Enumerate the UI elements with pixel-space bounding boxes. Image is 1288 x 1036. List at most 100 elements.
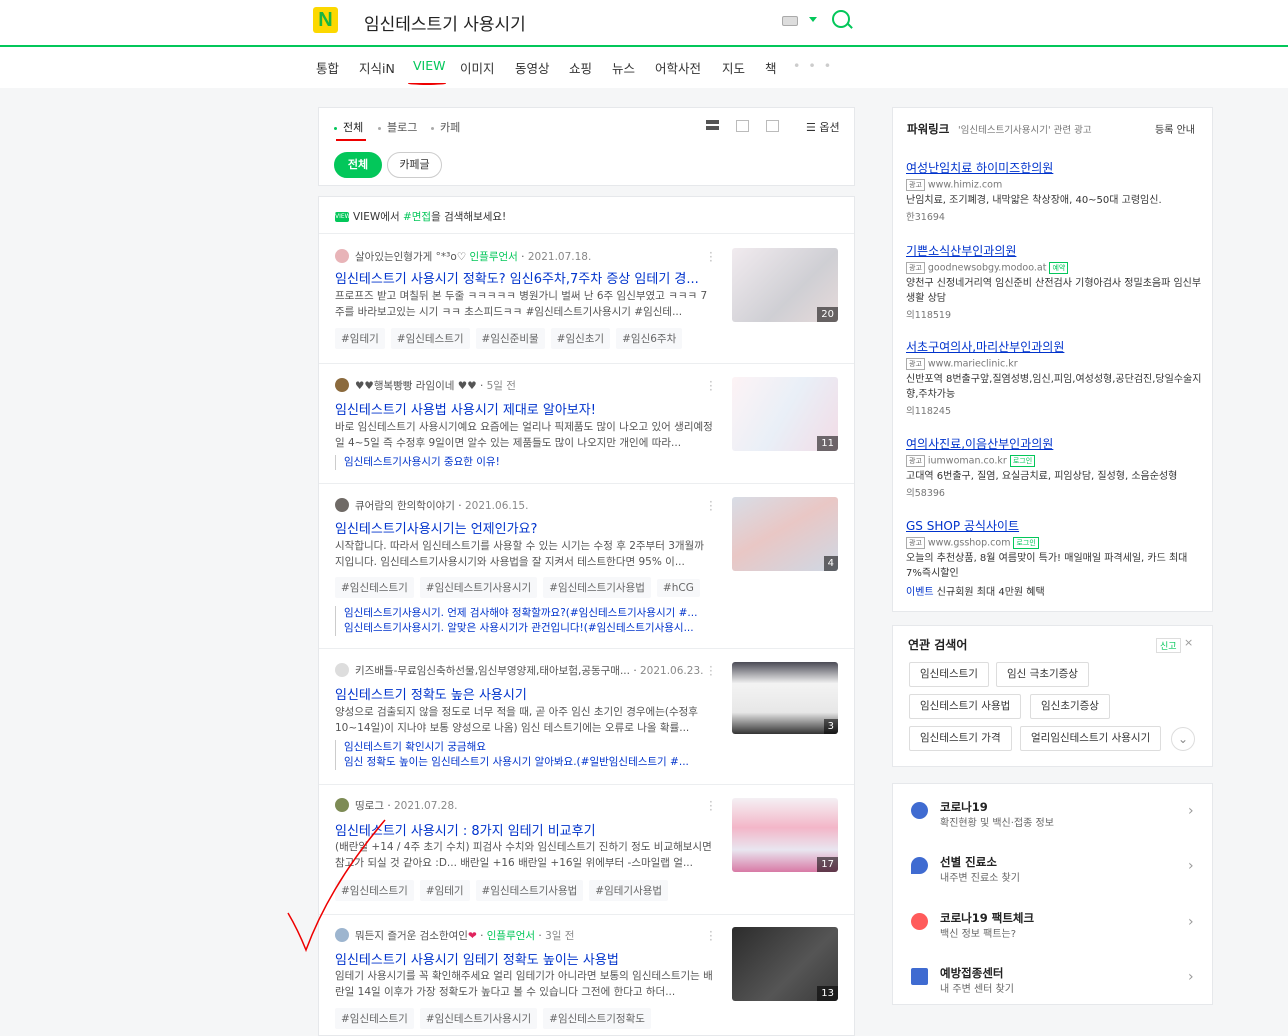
more-tabs-icon[interactable]: • • • [793, 58, 833, 73]
tag[interactable]: #임신테스트기사용법 [543, 577, 651, 598]
covid-link[interactable]: 코로나19 확진현황 및 백신·접종 정보 › [908, 795, 1204, 835]
tab-image[interactable]: 이미지 [460, 58, 495, 77]
tag[interactable]: #임신테스트기사용시기 [419, 577, 538, 598]
ad-title[interactable]: 여성난임치료 하이미즈한의원 [906, 159, 1202, 176]
result-desc[interactable]: 프로프즈 받고 며칠뒤 본 두줄 ㅋㅋㅋㅋㅋ 병원가니 벌써 난 6주 임신부였… [335, 288, 713, 320]
related-keyword[interactable]: 임신초기증상 [1030, 694, 1110, 719]
related-keyword[interactable]: 임신테스트기 가격 [909, 726, 1012, 751]
sub-link[interactable]: 임신테스트기사용시기. 알맞은 사용시기가 관건입니다!(#임신테스트기사용시.… [335, 621, 715, 636]
keyboard-icon[interactable] [782, 16, 798, 26]
sub-link[interactable]: 임신테스트기사용시기 중요한 이유! [335, 455, 715, 470]
ad-event[interactable]: 이벤트 신규회원 최대 4만원 혜택 [906, 583, 1202, 598]
result-title[interactable]: 임신테스트기 정확도 높은 사용시기 [335, 684, 715, 703]
more-icon[interactable]: · · · [709, 796, 713, 816]
result-title[interactable]: 임신테스트기 사용시기 정확도? 임신6주차,7주차 증상 임테기 경... [335, 268, 715, 287]
ad-url-line[interactable]: 광고 iumwoman.co.kr 로그인 [906, 455, 1202, 467]
tag[interactable]: #임신테스트기사용시기 [419, 1008, 538, 1029]
tag[interactable]: #임신준비물 [475, 328, 545, 349]
result-thumbnail[interactable]: 17 [732, 798, 838, 872]
covid-link[interactable]: 예방접종센터 내 주변 센터 찾기 › [908, 961, 1204, 1001]
chip-cafe[interactable]: 카페글 [387, 152, 442, 178]
tab-shopping[interactable]: 쇼핑 [569, 58, 592, 77]
filter-all[interactable]: 전체 [334, 119, 363, 135]
more-icon[interactable]: · · · [709, 926, 713, 946]
result-thumbnail[interactable]: 20 [732, 248, 838, 322]
result-thumbnail[interactable]: 13 [732, 927, 838, 1001]
ad-title[interactable]: GS SHOP 공식사이트 [906, 517, 1202, 534]
ad-title[interactable]: 서초구여의사,마리산부인과의원 [906, 338, 1202, 355]
result-thumbnail[interactable]: 3 [732, 662, 838, 734]
tag[interactable]: #임신테스트기 [390, 328, 470, 349]
report-button[interactable]: 신고 [1156, 638, 1181, 653]
result-thumbnail[interactable]: 4 [732, 497, 838, 571]
tab-dictionary[interactable]: 어학사전 [655, 58, 701, 77]
ad-title[interactable]: 여의사진료,이음산부인과의원 [906, 435, 1202, 452]
sub-link[interactable]: 임신테스트기 확인시기 궁금해요 [335, 740, 715, 755]
tag[interactable]: #임신테스트기사용법 [475, 880, 584, 901]
sub-link[interactable]: 임신 정확도 높이는 임신테스트기 사용시기 알아봐요.(#일반임신테스트기 #… [335, 755, 715, 770]
tag[interactable]: #임신테스트기정확도 [543, 1008, 651, 1029]
close-icon[interactable]: × [1184, 636, 1193, 649]
result-title[interactable]: 임신테스트기 사용시기 : 8가지 임테기 비교후기 [335, 820, 715, 839]
tab-kin[interactable]: 지식iN [359, 58, 395, 77]
search-query[interactable]: 임신테스트기 사용시기 [364, 10, 526, 35]
ad-register-link[interactable]: 등록 안내 [1155, 121, 1195, 136]
result-desc[interactable]: 양성으로 검출되지 않을 정도로 너무 적을 때, 곧 아주 임신 초기인 경우… [335, 704, 713, 736]
tab-book[interactable]: 책 [765, 58, 777, 77]
more-icon[interactable]: · · · [709, 661, 713, 681]
video-view-icon[interactable] [766, 120, 779, 132]
result-title[interactable]: 임신테스트기 사용시기 임테기 정확도 높이는 사용법 [335, 949, 715, 968]
related-keyword[interactable]: 임신테스트기 [909, 662, 989, 687]
sub-link[interactable]: 임신테스트기사용시기. 언제 검사해야 정확할까요?(#임신테스트기사용시기 #… [335, 606, 715, 621]
result-title[interactable]: 임신테스트기 사용법 사용시기 제대로 알아보자! [335, 399, 715, 418]
tag[interactable]: #임신6주차 [616, 328, 683, 349]
related-keyword[interactable]: 임신 극초기증상 [996, 662, 1089, 687]
tag[interactable]: #임테기 [419, 880, 470, 901]
search-icon[interactable] [832, 10, 850, 28]
avatar[interactable] [335, 663, 349, 677]
result-desc[interactable]: (배란일 +14 / 4주 초기 수치) 피검사 수치와 임신테스트기 진하기 … [335, 839, 713, 871]
result-desc[interactable]: 바로 임신테스트기 사용시기예요 요즘에는 얼리나 픽제품도 많이 나오고 있어… [335, 419, 713, 451]
list-view-icon[interactable] [706, 120, 719, 132]
chip-all[interactable]: 전체 [334, 152, 382, 178]
ad-url-line[interactable]: 광고 www.gsshop.com 로그인 [906, 537, 1202, 549]
result-desc[interactable]: 임테기 사용시기를 꼭 확인해주세요 얼리 임테기가 아니라면 보통의 임신테스… [335, 968, 713, 1000]
avatar[interactable] [335, 498, 349, 512]
ad-url-line[interactable]: 광고 www.marieclinic.kr [906, 358, 1202, 370]
tab-video[interactable]: 동영상 [515, 58, 550, 77]
expand-icon[interactable]: ⌄ [1171, 727, 1195, 751]
tab-view[interactable]: VIEW [413, 58, 446, 73]
view-suggestion[interactable]: VIEW VIEW에서 #면접을 검색해보세요! [335, 209, 506, 224]
related-keyword[interactable]: 임신테스트기 사용법 [909, 694, 1022, 719]
filter-blog[interactable]: 블로그 [378, 119, 417, 135]
card-view-icon[interactable] [736, 120, 749, 132]
tag[interactable]: #임테기 [335, 328, 385, 349]
more-icon[interactable]: · · · [709, 247, 713, 267]
tag[interactable]: #임신테스트기 [335, 577, 414, 598]
more-icon[interactable]: · · · [709, 376, 713, 396]
covid-link[interactable]: 코로나19 팩트체크 백신 정보 팩트는? › [908, 906, 1204, 946]
result-thumbnail[interactable]: 11 [732, 377, 838, 451]
naver-logo[interactable]: N [313, 7, 338, 33]
avatar[interactable] [335, 249, 349, 263]
ad-title[interactable]: 기쁜소식산부인과의원 [906, 242, 1202, 259]
tag[interactable]: #임신테스트기 [335, 1008, 414, 1029]
avatar[interactable] [335, 798, 349, 812]
result-desc[interactable]: 시작합니다. 따라서 임신테스트기를 사용할 수 있는 시기는 수정 후 2주부… [335, 538, 713, 570]
tag[interactable]: #hCG [656, 579, 700, 597]
result-title[interactable]: 임신테스트기사용시기는 언제인가요? [335, 518, 715, 537]
filter-cafe[interactable]: 카페 [431, 119, 460, 135]
tag[interactable]: #임테기사용법 [589, 880, 669, 901]
ad-url-line[interactable]: 광고 goodnewsobgy.modoo.at 예약 [906, 262, 1202, 274]
covid-link[interactable]: 선별 진료소 내주변 진료소 찾기 › [908, 850, 1204, 890]
related-keyword[interactable]: 얼리임신테스트기 사용시기 [1020, 726, 1162, 751]
chevron-down-icon[interactable] [809, 17, 817, 22]
tab-all[interactable]: 통합 [316, 58, 339, 77]
option-button[interactable]: ☰ 옵션 [806, 119, 840, 135]
ad-url-line[interactable]: 광고 www.himiz.com [906, 179, 1202, 191]
more-icon[interactable]: · · · [709, 496, 713, 516]
tab-map[interactable]: 지도 [722, 58, 745, 77]
tag[interactable]: #임신초기 [550, 328, 611, 349]
avatar[interactable] [335, 378, 349, 392]
tab-news[interactable]: 뉴스 [612, 58, 635, 77]
